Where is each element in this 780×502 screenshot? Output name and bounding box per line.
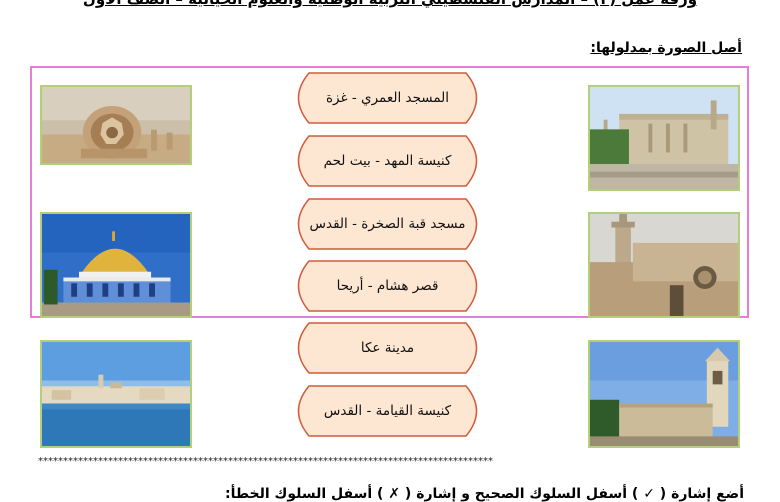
label-text: مسجد قبة الصخرة - القدس bbox=[309, 216, 466, 232]
star-separator: ****************************************… bbox=[38, 456, 493, 467]
photo-hisham-palace bbox=[40, 85, 192, 165]
label-text: مدينة عكا bbox=[360, 340, 415, 356]
instruction-heading: أصل الصورة بمدلولها: bbox=[590, 40, 742, 56]
photo-acre bbox=[40, 340, 192, 448]
label-pill-omari-gaza[interactable]: المسجد العمري - غزة bbox=[287, 72, 488, 124]
label-text: قصر هشام - أريحا bbox=[336, 278, 439, 294]
label-pill-dome-of-rock[interactable]: مسجد قبة الصخرة - القدس bbox=[287, 198, 488, 250]
label-pill-hisham-jericho[interactable]: قصر هشام - أريحا bbox=[287, 260, 488, 312]
label-pill-holy-sepulchre[interactable]: كنيسة القيامة - القدس bbox=[287, 385, 488, 437]
photo-dome-of-the-rock bbox=[40, 212, 192, 318]
photo-ibrahimi-mosque bbox=[588, 85, 740, 191]
label-pill-acre[interactable]: مدينة عكا bbox=[287, 322, 488, 374]
label-text: كنيسة القيامة - القدس bbox=[323, 403, 452, 419]
label-text: كنيسة المهد - بيت لحم bbox=[323, 153, 452, 169]
label-text: المسجد العمري - غزة bbox=[325, 90, 450, 106]
photo-omari-mosque bbox=[588, 212, 740, 318]
label-pill-nativity-bethlehem[interactable]: كنيسة المهد - بيت لحم bbox=[287, 135, 488, 187]
worksheet-header: ورقة عمل (٢) – المدارس الفلسطيني التربية… bbox=[0, 0, 780, 8]
photo-nativity-church bbox=[588, 340, 740, 448]
